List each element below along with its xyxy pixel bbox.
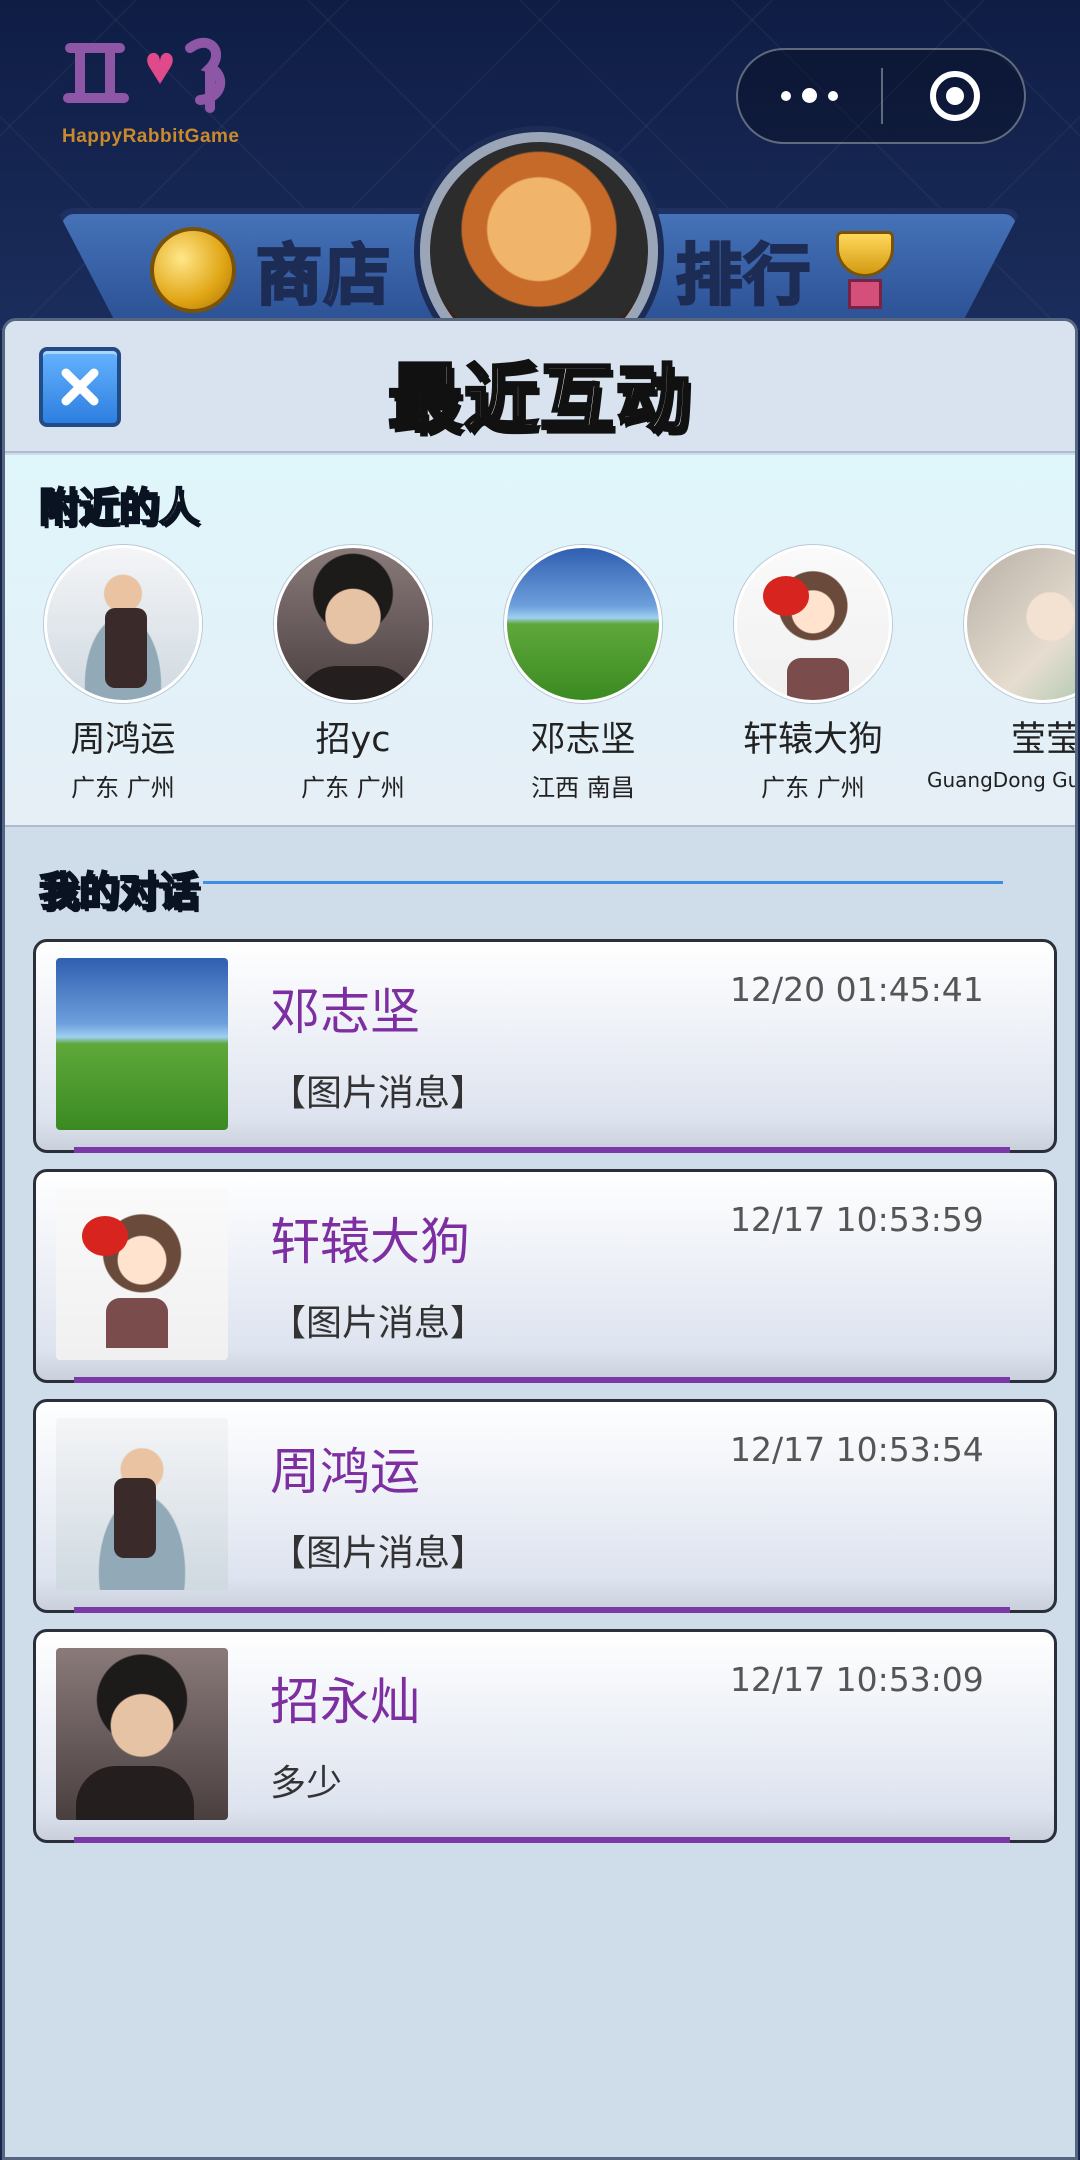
chat-item[interactable]: 周鸿运 12/17 10:53:54 【图片消息】 bbox=[33, 1399, 1057, 1613]
person-name: 周鸿运 bbox=[70, 720, 176, 760]
mini-program-capsule bbox=[736, 48, 1026, 144]
trophy-icon bbox=[830, 227, 900, 313]
chat-avatar bbox=[56, 1648, 228, 1820]
person-location: 广东 广州 bbox=[71, 774, 175, 802]
chat-avatar bbox=[56, 958, 228, 1130]
rank-button[interactable]: 排行 bbox=[675, 220, 900, 320]
panel-title: 最近互动 bbox=[387, 355, 692, 444]
chat-underline bbox=[74, 1147, 1010, 1153]
rank-label: 排行 bbox=[675, 236, 812, 316]
person-name: 莹莹 bbox=[1011, 720, 1078, 760]
person-name: 轩辕大狗 bbox=[742, 720, 883, 760]
chats-title: 我的对话 bbox=[38, 868, 200, 916]
chat-time: 12/17 10:53:59 bbox=[730, 1200, 984, 1239]
panel-header: 最近互动 bbox=[5, 321, 1075, 453]
nearby-person[interactable]: 轩辕大狗 广东 广州 bbox=[713, 545, 913, 803]
nearby-person[interactable]: 招yc 广东 广州 bbox=[253, 545, 453, 803]
chat-time: 12/20 01:45:41 bbox=[730, 970, 984, 1009]
logo-text: HappyRabbitGame bbox=[62, 126, 240, 147]
chat-name: 周鸿运 bbox=[270, 1443, 420, 1501]
person-location: GuangDong Gua bbox=[927, 768, 1078, 792]
chat-underline bbox=[74, 1837, 1010, 1843]
nearby-person[interactable]: 周鸿运 广东 广州 bbox=[23, 545, 223, 803]
avatar bbox=[734, 545, 892, 703]
chat-time: 12/17 10:53:54 bbox=[730, 1430, 984, 1469]
chat-underline bbox=[74, 1607, 1010, 1613]
chat-underline bbox=[74, 1377, 1010, 1383]
more-button[interactable] bbox=[738, 50, 881, 142]
person-location: 广东 广州 bbox=[761, 774, 865, 802]
chat-name: 轩辕大狗 bbox=[270, 1213, 470, 1271]
chat-item[interactable]: 招永灿 12/17 10:53:09 多少 bbox=[33, 1629, 1057, 1843]
chat-message: 多少 bbox=[270, 1763, 343, 1804]
chat-avatar bbox=[56, 1418, 228, 1590]
person-location: 广东 广州 bbox=[301, 774, 405, 802]
app-logo: HappyRabbitGame bbox=[60, 28, 270, 152]
logo-mark-icon bbox=[60, 28, 270, 124]
chat-avatar bbox=[56, 1188, 228, 1360]
chat-message: 【图片消息】 bbox=[270, 1533, 487, 1574]
person-location: 江西 南昌 bbox=[531, 774, 635, 802]
chat-message: 【图片消息】 bbox=[270, 1073, 487, 1114]
chat-name: 邓志坚 bbox=[270, 983, 420, 1041]
nearby-person[interactable]: 莹莹 GuangDong Gua bbox=[927, 545, 1078, 792]
avatar bbox=[44, 545, 202, 703]
exit-button[interactable] bbox=[885, 50, 1024, 142]
chat-time: 12/17 10:53:09 bbox=[730, 1660, 984, 1699]
more-dots-icon bbox=[780, 88, 839, 104]
chat-item[interactable]: 邓志坚 12/20 01:45:41 【图片消息】 bbox=[33, 939, 1057, 1153]
chat-name: 招永灿 bbox=[270, 1673, 420, 1731]
capsule-divider bbox=[881, 68, 883, 124]
recent-interactions-panel: 最近互动 附近的人 周鸿运 广东 广州 招yc 广东 广州 邓志坚 江西 南昌 … bbox=[2, 318, 1078, 2160]
avatar bbox=[274, 545, 432, 703]
target-close-icon bbox=[929, 71, 980, 121]
avatar bbox=[504, 545, 662, 703]
nearby-people-section: 附近的人 周鸿运 广东 广州 招yc 广东 广州 邓志坚 江西 南昌 轩辕大狗 … bbox=[5, 455, 1075, 827]
nearby-person[interactable]: 邓志坚 江西 南昌 bbox=[483, 545, 683, 803]
section-divider bbox=[203, 881, 1003, 884]
person-name: 招yc bbox=[315, 720, 391, 760]
chat-item[interactable]: 轩辕大狗 12/17 10:53:59 【图片消息】 bbox=[33, 1169, 1057, 1383]
chat-message: 【图片消息】 bbox=[270, 1303, 487, 1344]
avatar bbox=[964, 545, 1075, 703]
shop-button[interactable]: 商店 bbox=[150, 220, 392, 320]
person-name: 邓志坚 bbox=[530, 720, 636, 760]
shop-label: 商店 bbox=[255, 236, 392, 316]
nearby-title: 附近的人 bbox=[38, 484, 200, 532]
coin-icon bbox=[150, 227, 236, 313]
